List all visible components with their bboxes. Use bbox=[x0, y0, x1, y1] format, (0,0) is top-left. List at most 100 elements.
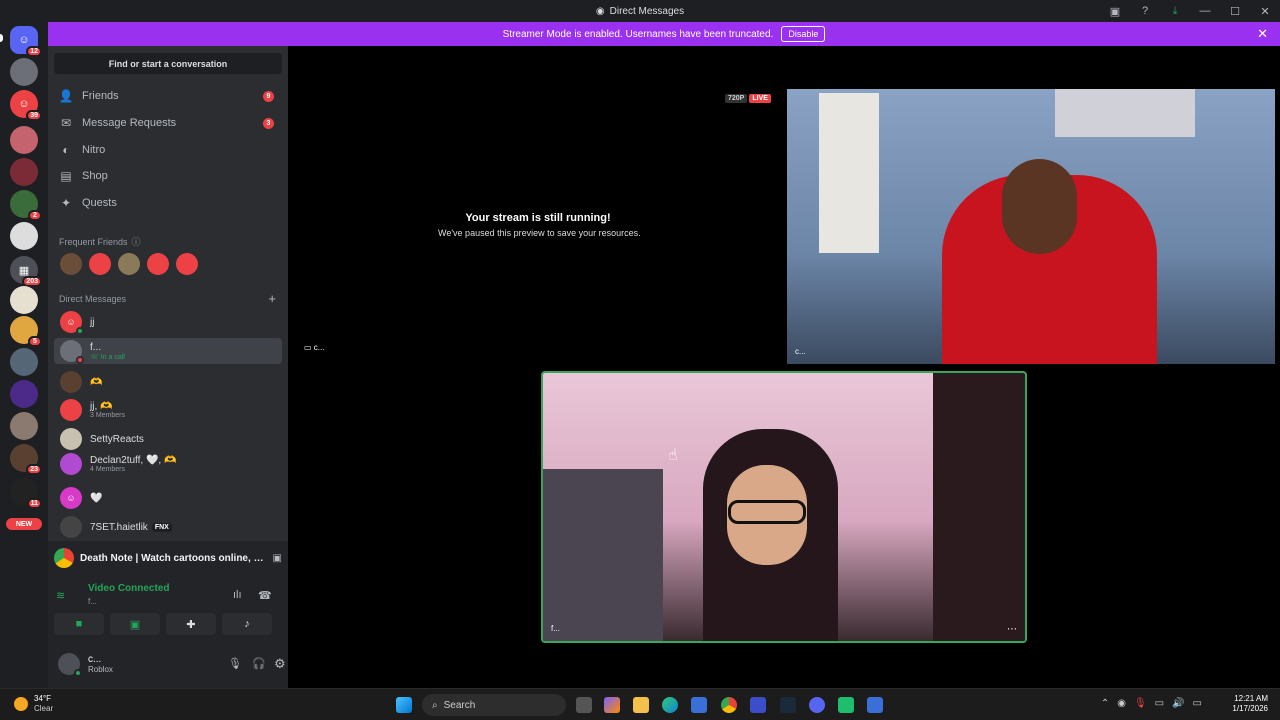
inbox-icon[interactable]: ▣ bbox=[1100, 0, 1130, 22]
dm-name: f... bbox=[90, 341, 102, 353]
close-banner-icon[interactable]: ✕ bbox=[1257, 26, 1268, 42]
voice-status[interactable]: Video Connected bbox=[88, 583, 170, 594]
server-icon[interactable]: ▦ 203 bbox=[10, 256, 42, 287]
nav-friends[interactable]: 👤 Friends 9 bbox=[54, 84, 282, 108]
file-explorer-icon[interactable] bbox=[633, 697, 649, 713]
app-icon[interactable] bbox=[780, 697, 796, 713]
soundboard-button[interactable]: ♪ bbox=[222, 613, 272, 635]
live-badge: LIVE bbox=[749, 94, 771, 103]
disable-streamer-mode-button[interactable]: Disable bbox=[781, 26, 826, 42]
frequent-friend-avatar[interactable] bbox=[176, 253, 198, 275]
server-icon[interactable] bbox=[10, 222, 38, 250]
dm-item[interactable]: 🫶 bbox=[54, 370, 282, 394]
app-icon[interactable] bbox=[750, 697, 766, 713]
activity-row[interactable]: Death Note | Watch cartoons online, Watc… bbox=[54, 545, 282, 571]
server-icon[interactable]: 11 bbox=[10, 478, 42, 509]
paused-subtext: We've paused this preview to save your r… bbox=[438, 228, 641, 238]
server-icon[interactable]: ☺ 39 bbox=[10, 90, 42, 121]
volume-icon[interactable]: 🔊 bbox=[1172, 698, 1184, 709]
dm-name: 🤍 bbox=[90, 492, 103, 504]
network-icon[interactable]: ▭ bbox=[1155, 698, 1164, 709]
avatar bbox=[60, 371, 82, 393]
discord-icon: ◉ bbox=[595, 5, 605, 17]
noise-suppression-icon[interactable]: ılı bbox=[233, 589, 242, 601]
dm-name: 7SET.haietlik bbox=[90, 521, 148, 533]
app-icon[interactable] bbox=[867, 697, 883, 713]
shop-icon: ▤ bbox=[60, 169, 72, 183]
dm-item-active[interactable]: f... ☏ In a call bbox=[54, 338, 282, 364]
activity-icon[interactable]: ▣ bbox=[273, 553, 282, 564]
app-icon[interactable] bbox=[838, 697, 854, 713]
tray-app-icon[interactable]: ◉ bbox=[1117, 698, 1126, 709]
copilot-icon[interactable] bbox=[604, 697, 620, 713]
chrome-taskbar-icon[interactable] bbox=[721, 697, 737, 713]
system-tray: ⌃ ◉ 🎙 ▭ 🔊 ▭ bbox=[1101, 698, 1202, 709]
mic-tray-icon[interactable]: 🎙 bbox=[1134, 698, 1147, 709]
weather-condition: Clear bbox=[34, 703, 54, 713]
find-conversation-button[interactable]: Find or start a conversation bbox=[54, 53, 282, 74]
download-icon[interactable]: ⤓ bbox=[1160, 0, 1190, 22]
create-dm-icon[interactable]: + bbox=[268, 291, 276, 306]
server-icon[interactable]: 5 bbox=[10, 316, 42, 347]
server-icon[interactable] bbox=[10, 348, 38, 376]
dm-item[interactable]: ☺ jj bbox=[54, 310, 282, 335]
server-icon[interactable] bbox=[10, 412, 38, 440]
clock[interactable]: 12:21 AM 1/17/2026 bbox=[1232, 694, 1268, 715]
taskbar-search[interactable]: ⌕ Search bbox=[422, 694, 566, 716]
battery-icon[interactable]: ▭ bbox=[1193, 698, 1202, 709]
dm-group-item[interactable]: Declan2tuff, 🤍, 🫶 4 Members bbox=[54, 452, 282, 476]
nav-nitro[interactable]: ◐ Nitro bbox=[54, 138, 282, 162]
avatar bbox=[60, 516, 82, 538]
server-icon[interactable] bbox=[10, 286, 38, 314]
discord-taskbar-icon[interactable] bbox=[809, 697, 825, 713]
clan-tag: FNX bbox=[151, 522, 172, 532]
nav-message-requests[interactable]: ✉ Message Requests 3 bbox=[54, 111, 282, 135]
weather-widget[interactable]: 34°F Clear bbox=[14, 694, 53, 713]
more-options-icon[interactable]: ⋯ bbox=[1007, 624, 1017, 635]
server-icon[interactable]: 23 bbox=[10, 444, 42, 475]
disconnect-icon[interactable]: ☎ bbox=[258, 589, 272, 602]
settings-gear-icon[interactable]: ⚙ bbox=[274, 656, 286, 672]
dm-name: 🫶 bbox=[90, 376, 103, 388]
nav-shop[interactable]: ▤ Shop bbox=[54, 164, 282, 188]
dm-item[interactable]: SettyReacts bbox=[54, 427, 282, 451]
hand-cursor-icon: ☝ bbox=[668, 447, 678, 464]
edge-icon[interactable] bbox=[662, 697, 678, 713]
minimize-button[interactable]: — bbox=[1190, 0, 1220, 22]
video-tile-speaking[interactable]: ☝ f... ⋯ bbox=[541, 371, 1027, 643]
dm-group-item[interactable]: jj, 🫶 3 Members bbox=[54, 398, 282, 422]
frequent-friend-avatar[interactable] bbox=[89, 253, 111, 275]
shelf bbox=[933, 373, 1025, 641]
info-icon[interactable]: ⓘ bbox=[132, 235, 141, 248]
close-window-button[interactable]: ✕ bbox=[1250, 0, 1280, 22]
store-icon[interactable] bbox=[691, 697, 707, 713]
server-icon[interactable] bbox=[10, 126, 38, 154]
camera-button[interactable]: ■ bbox=[54, 613, 104, 635]
chevron-up-icon[interactable]: ⌃ bbox=[1101, 698, 1109, 709]
dm-item[interactable]: ☺ 🤍 bbox=[54, 486, 282, 510]
frequent-friend-avatar[interactable] bbox=[147, 253, 169, 275]
help-icon[interactable]: ? bbox=[1130, 0, 1160, 22]
avatar bbox=[60, 428, 82, 450]
headphones-icon[interactable]: 🎧 bbox=[252, 657, 266, 670]
server-icon[interactable] bbox=[10, 380, 38, 408]
activities-button[interactable]: ✚ bbox=[166, 613, 216, 635]
maximize-button[interactable]: ☐ bbox=[1220, 0, 1250, 22]
frequent-friend-avatar[interactable] bbox=[118, 253, 140, 275]
nav-quests[interactable]: ✦ Quests bbox=[54, 191, 282, 215]
user-avatar[interactable] bbox=[58, 653, 82, 677]
server-icon[interactable] bbox=[10, 158, 38, 186]
dm-sub: 3 Members bbox=[90, 412, 126, 419]
home-button[interactable]: ☺ 12 bbox=[10, 26, 42, 57]
screen-share-button[interactable]: ▣ bbox=[110, 613, 160, 635]
server-icon[interactable] bbox=[10, 58, 38, 86]
video-tile[interactable]: c... bbox=[787, 89, 1275, 364]
new-unreads-pill[interactable]: NEW bbox=[6, 518, 42, 530]
dm-item[interactable]: 7SET.haietlik FNX bbox=[54, 515, 282, 539]
mic-icon[interactable]: 🎙 bbox=[228, 657, 242, 670]
task-view-icon[interactable] bbox=[576, 697, 592, 713]
server-icon[interactable]: 2 bbox=[10, 190, 42, 221]
frequent-friend-avatar[interactable] bbox=[60, 253, 82, 275]
start-icon[interactable] bbox=[396, 697, 412, 713]
nitro-icon: ◐ bbox=[62, 143, 70, 157]
